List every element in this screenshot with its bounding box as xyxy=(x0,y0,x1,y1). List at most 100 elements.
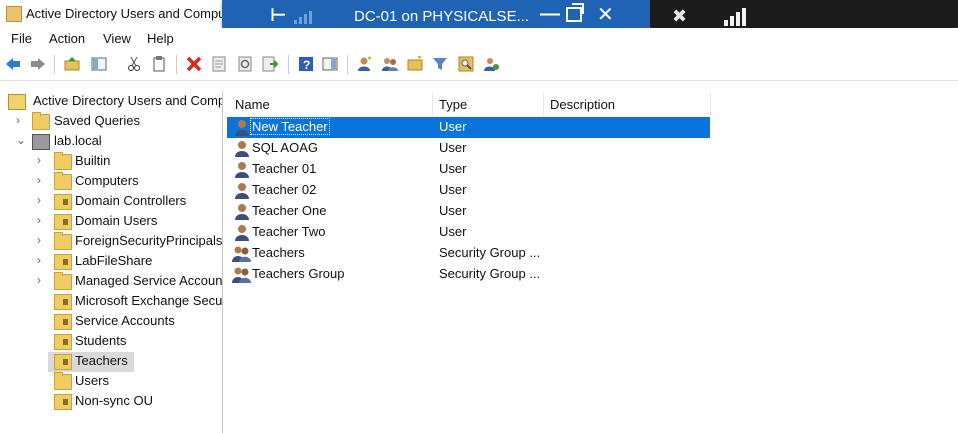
tree-label: Domain Controllers xyxy=(75,193,187,208)
row-type: User xyxy=(439,161,467,176)
tree-label: Non-sync OU xyxy=(75,393,154,408)
ou-icon xyxy=(54,334,72,350)
group-icon xyxy=(232,246,251,262)
menu-help[interactable]: Help xyxy=(147,31,174,46)
column-divider[interactable] xyxy=(710,93,711,115)
show-console-tree-icon[interactable] xyxy=(91,56,107,72)
folder-icon xyxy=(54,372,72,390)
row-type: User xyxy=(439,182,467,197)
tree-label: Saved Queries xyxy=(54,113,140,128)
signal-strength-icon[interactable] xyxy=(724,8,748,26)
ou-icon xyxy=(54,314,72,330)
table-row[interactable]: Teacher One User xyxy=(227,201,710,222)
tree-root-label: Active Directory Users and Computers xyxy=(33,93,223,108)
aduc-app-icon xyxy=(6,6,22,22)
cut-icon[interactable] xyxy=(126,56,142,72)
table-row[interactable]: Teacher 02 User xyxy=(227,180,710,201)
row-name: Teacher Two xyxy=(252,224,326,239)
refresh-icon[interactable] xyxy=(237,56,253,72)
row-type: User xyxy=(439,224,467,239)
chevron-right-icon[interactable]: › xyxy=(37,253,41,267)
menu-file[interactable]: File xyxy=(11,31,32,46)
toolbar-separator xyxy=(347,55,348,74)
row-type: User xyxy=(439,119,467,134)
table-row[interactable]: New Teacher User xyxy=(227,117,710,138)
column-description[interactable]: Description xyxy=(550,97,615,112)
chevron-right-icon[interactable]: › xyxy=(37,193,41,207)
delete-icon[interactable] xyxy=(186,56,202,72)
tree-label: Builtin xyxy=(75,153,111,168)
row-name: Teachers Group xyxy=(252,266,345,281)
chevron-right-icon[interactable]: › xyxy=(37,273,41,287)
remote-session-title: DC-01 on PHYSICALSE... xyxy=(354,8,530,25)
remote-restore-button[interactable] xyxy=(566,3,584,22)
tree-label: lab.local xyxy=(54,133,102,148)
new-user-icon[interactable] xyxy=(357,56,373,72)
table-row[interactable]: Teacher 01 User xyxy=(227,159,710,180)
table-row[interactable]: Teachers Group Security Group ... xyxy=(227,264,710,285)
chevron-right-icon[interactable]: › xyxy=(37,233,41,247)
remote-close-button[interactable]: ✕ xyxy=(597,2,614,27)
export-list-icon[interactable] xyxy=(262,56,278,72)
chevron-right-icon[interactable]: › xyxy=(37,173,41,187)
unpin-icon[interactable]: ✖ xyxy=(672,6,687,27)
connection-quality-icon[interactable] xyxy=(294,10,314,24)
chevron-right-icon[interactable]: › xyxy=(16,113,20,127)
toolbar-separator xyxy=(176,55,177,74)
ou-icon xyxy=(54,394,72,410)
folder-icon xyxy=(54,272,72,290)
back-arrow-icon[interactable] xyxy=(5,56,21,72)
remote-minimize-button[interactable]: — xyxy=(540,3,560,26)
user-icon xyxy=(235,204,249,220)
add-to-group-icon[interactable] xyxy=(484,56,500,72)
up-folder-icon[interactable] xyxy=(64,56,80,72)
chevron-right-icon[interactable]: › xyxy=(37,213,41,227)
copy-icon[interactable] xyxy=(151,56,167,72)
folder-icon xyxy=(54,172,72,190)
column-type[interactable]: Type xyxy=(439,97,467,112)
tree-label: Domain Users xyxy=(75,213,158,228)
menu-bar: File Action View Help xyxy=(0,28,958,50)
aduc-root-icon xyxy=(8,94,26,110)
help-icon[interactable]: ? xyxy=(298,56,314,72)
toolbar-separator xyxy=(54,55,55,74)
row-name: Teacher One xyxy=(252,203,327,218)
table-row[interactable]: SQL AOAG User xyxy=(227,138,710,159)
tree-label: Users xyxy=(75,373,109,388)
new-group-icon[interactable] xyxy=(382,56,398,72)
menu-view[interactable]: View xyxy=(103,31,131,46)
find-icon[interactable] xyxy=(458,56,474,72)
row-name: SQL AOAG xyxy=(252,140,318,155)
menu-action[interactable]: Action xyxy=(49,31,85,46)
forward-arrow-icon[interactable] xyxy=(30,56,46,72)
row-type: User xyxy=(439,140,467,155)
action-pane-icon[interactable] xyxy=(322,56,338,72)
column-name[interactable]: Name xyxy=(235,97,270,112)
window-title: Active Directory Users and Computers xyxy=(26,6,226,21)
user-icon xyxy=(235,162,249,178)
row-name: Teacher 01 xyxy=(252,161,317,176)
ou-icon xyxy=(54,254,72,270)
column-divider[interactable] xyxy=(543,93,544,115)
ou-icon xyxy=(54,194,72,210)
chevron-down-icon[interactable]: ⌄ xyxy=(16,133,26,147)
row-type: User xyxy=(439,203,467,218)
column-divider[interactable] xyxy=(432,93,433,115)
ou-icon xyxy=(54,294,72,310)
row-name: New Teacher xyxy=(250,118,330,135)
folder-icon xyxy=(54,232,72,250)
tree-label: Students xyxy=(75,333,127,348)
console-tree: Active Directory Users and Computers › S… xyxy=(4,91,223,433)
table-row[interactable]: Teacher Two User xyxy=(227,222,710,243)
filter-icon[interactable] xyxy=(432,56,448,72)
tree-label: Managed Service Accounts xyxy=(75,273,223,288)
group-icon xyxy=(232,267,251,283)
pin-icon[interactable]: ⊢ xyxy=(270,5,286,26)
new-ou-icon[interactable] xyxy=(407,56,423,72)
user-icon xyxy=(235,225,249,241)
chevron-right-icon[interactable]: › xyxy=(37,153,41,167)
table-row[interactable]: Teachers Security Group ... xyxy=(227,243,710,264)
row-type: Security Group ... xyxy=(439,245,541,260)
properties-icon[interactable] xyxy=(211,56,227,72)
folder-icon xyxy=(54,152,72,170)
